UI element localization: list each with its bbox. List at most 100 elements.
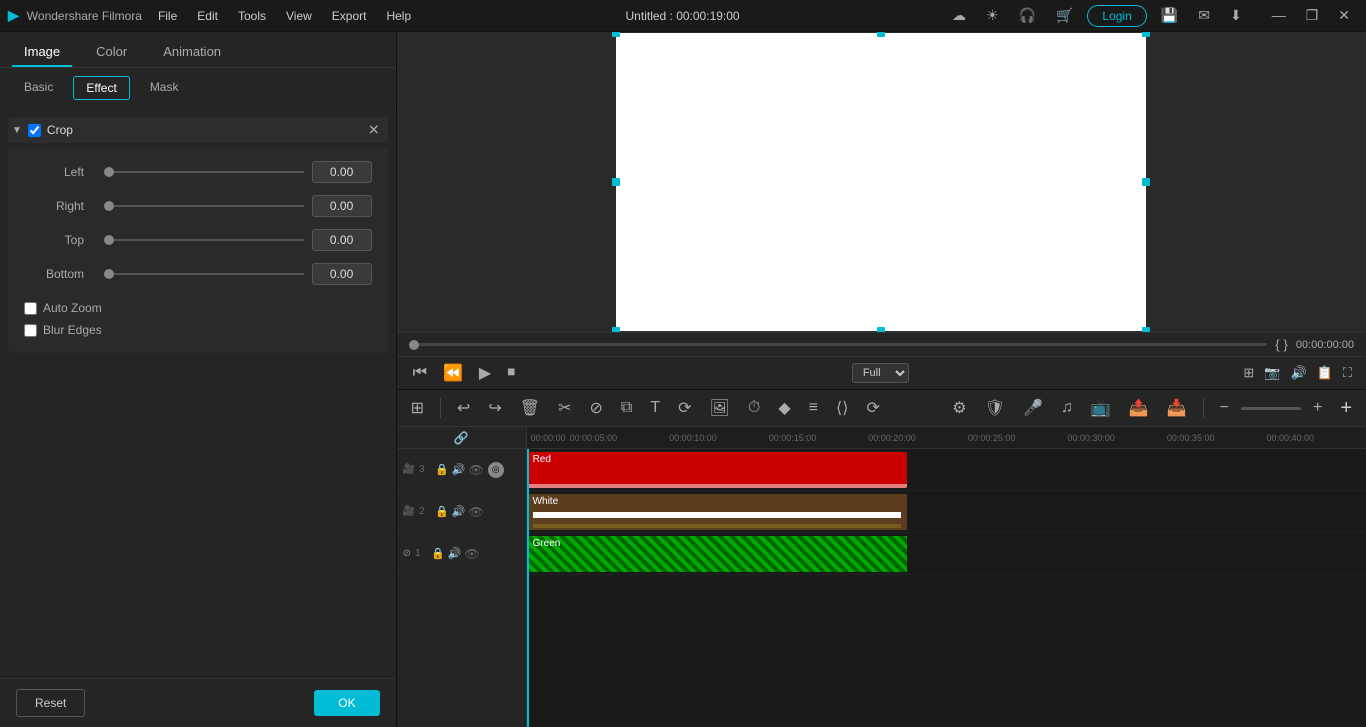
step-back-button[interactable]: ⏪ <box>439 361 467 385</box>
cut-button[interactable]: ✂ <box>552 394 577 422</box>
bracket-open-icon[interactable]: { <box>1275 337 1279 352</box>
media-button[interactable]: 🖼 <box>704 394 736 422</box>
handle-bottom-center[interactable] <box>877 327 885 332</box>
track-3-eye-icon[interactable]: 👁 <box>468 463 483 477</box>
maximize-button[interactable]: ❐ <box>1298 5 1327 26</box>
sub-tab-mask[interactable]: Mask <box>138 76 191 100</box>
play-button[interactable]: ▶ <box>475 361 495 385</box>
track-3-vol-icon[interactable]: 🔊 <box>452 463 466 476</box>
zoom-out-button[interactable]: − <box>1214 395 1235 421</box>
copy-button[interactable]: ⧉ <box>615 395 638 421</box>
cart-icon[interactable]: 🛒 <box>1050 5 1079 26</box>
clip-red[interactable]: Red <box>527 452 907 488</box>
crop-top-value[interactable] <box>312 229 372 251</box>
rotate-button[interactable]: ⟳ <box>672 394 697 422</box>
text-button[interactable]: T <box>644 395 666 421</box>
import-icon[interactable]: 📥 <box>1161 394 1193 422</box>
menu-file[interactable]: File <box>150 7 185 25</box>
fit-screen-icon[interactable]: ⊞ <box>1241 363 1256 383</box>
stop-button[interactable]: ⏹ <box>503 362 519 384</box>
handle-middle-right[interactable] <box>1142 178 1150 186</box>
delete-button[interactable]: 🗑 <box>514 394 546 422</box>
bracket-close-icon[interactable]: } <box>1284 337 1288 352</box>
handle-top-center[interactable] <box>877 32 885 37</box>
clip-green[interactable]: Green <box>527 536 907 572</box>
minimize-button[interactable]: — <box>1264 5 1294 26</box>
track-2-vol-icon[interactable]: 🔊 <box>452 505 466 518</box>
tab-animation[interactable]: Animation <box>151 38 233 67</box>
menu-view[interactable]: View <box>278 7 320 25</box>
login-button[interactable]: Login <box>1087 5 1146 27</box>
volume-icon[interactable]: 🔊 <box>1289 363 1309 383</box>
handle-bottom-right[interactable] <box>1142 327 1150 332</box>
skip-back-button[interactable]: ⏮ <box>409 362 431 384</box>
undo-button[interactable]: ↩ <box>451 394 476 422</box>
menu-tools[interactable]: Tools <box>230 7 274 25</box>
track-1-lock-icon[interactable]: 🔒 <box>431 547 445 560</box>
timer-button[interactable]: ⏱ <box>742 395 766 421</box>
handle-top-left[interactable] <box>612 32 620 37</box>
track-1-eye-icon[interactable]: 👁 <box>464 547 479 561</box>
menu-help[interactable]: Help <box>378 7 419 25</box>
link-tracks-icon[interactable]: 🔗 <box>454 431 469 445</box>
crop-left-slider[interactable] <box>104 171 304 173</box>
download-icon[interactable]: ⬇ <box>1224 5 1248 26</box>
crop-bottom-value[interactable] <box>312 263 372 285</box>
ok-button[interactable]: OK <box>314 690 379 716</box>
split-button[interactable]: ⟨⟩ <box>830 394 854 422</box>
handle-middle-left[interactable] <box>612 178 620 186</box>
disable-button[interactable]: ⊘ <box>584 394 609 422</box>
save-icon[interactable]: 💾 <box>1155 5 1184 26</box>
effects-settings-icon[interactable]: ⚙ <box>946 394 972 422</box>
tab-color[interactable]: Color <box>84 38 139 67</box>
handle-bottom-left[interactable] <box>612 327 620 332</box>
redo-button[interactable]: ↪ <box>482 394 507 422</box>
reset-button[interactable]: Reset <box>16 689 85 717</box>
zoom-in-button[interactable]: + <box>1307 395 1328 421</box>
sun-icon[interactable]: ☀ <box>980 5 1005 26</box>
music-icon[interactable]: ♫ <box>1055 395 1079 421</box>
settings-button[interactable]: ≡ <box>803 395 824 421</box>
handle-top-right[interactable] <box>1142 32 1150 37</box>
tab-image[interactable]: Image <box>12 38 72 67</box>
zoom-level-slider[interactable] <box>1241 407 1301 410</box>
chevron-down-icon[interactable]: ▼ <box>12 125 22 136</box>
fullscreen-icon[interactable]: ⛶ <box>1341 363 1354 383</box>
crop-enabled-checkbox[interactable] <box>28 124 41 137</box>
crop-right-value[interactable] <box>312 195 372 217</box>
zoom-select[interactable]: Full 75% 50% <box>852 363 909 383</box>
playlist-icon[interactable]: 📋 <box>1315 363 1335 383</box>
clip-white[interactable]: White <box>527 494 907 530</box>
headphone-icon[interactable]: 🎧 <box>1013 5 1042 26</box>
track-2-eye-icon[interactable]: 👁 <box>468 505 483 519</box>
track-1-vol-icon[interactable]: 🔊 <box>448 547 462 560</box>
crop-top-slider[interactable] <box>104 239 304 241</box>
menu-edit[interactable]: Edit <box>189 7 226 25</box>
mic-icon[interactable]: 🎤 <box>1017 394 1049 422</box>
snapshot-icon[interactable]: 📷 <box>1262 363 1282 383</box>
track-2-lock-icon[interactable]: 🔒 <box>435 505 449 518</box>
playback-slider[interactable] <box>409 343 1268 346</box>
crop-left-value[interactable] <box>312 161 372 183</box>
sub-tab-basic[interactable]: Basic <box>12 76 65 100</box>
track-3-target-icon[interactable]: ◎ <box>488 462 504 478</box>
sub-tab-effect[interactable]: Effect <box>73 76 129 100</box>
add-track-button[interactable]: + <box>1334 393 1358 424</box>
monitor-icon[interactable]: 📺 <box>1085 394 1117 422</box>
speed-button[interactable]: ⟳ <box>860 394 885 422</box>
export-icon[interactable]: 📤 <box>1123 394 1155 422</box>
close-section-icon[interactable]: ✕ <box>368 122 380 139</box>
crop-bottom-slider[interactable] <box>104 273 304 275</box>
playhead-handle[interactable] <box>409 340 419 350</box>
auto-zoom-checkbox[interactable] <box>24 302 37 315</box>
cloud-icon[interactable]: ☁ <box>946 5 972 26</box>
marker-button[interactable]: ◆ <box>772 394 796 422</box>
close-button[interactable]: ✕ <box>1330 5 1358 26</box>
blur-edges-checkbox[interactable] <box>24 324 37 337</box>
shield-icon[interactable]: 🛡 <box>979 394 1011 422</box>
menu-export[interactable]: Export <box>324 7 375 25</box>
crop-right-slider[interactable] <box>104 205 304 207</box>
email-icon[interactable]: ✉ <box>1192 5 1216 26</box>
track-3-lock-icon[interactable]: 🔒 <box>435 463 449 476</box>
snap-grid-button[interactable]: ⊞ <box>405 394 430 422</box>
